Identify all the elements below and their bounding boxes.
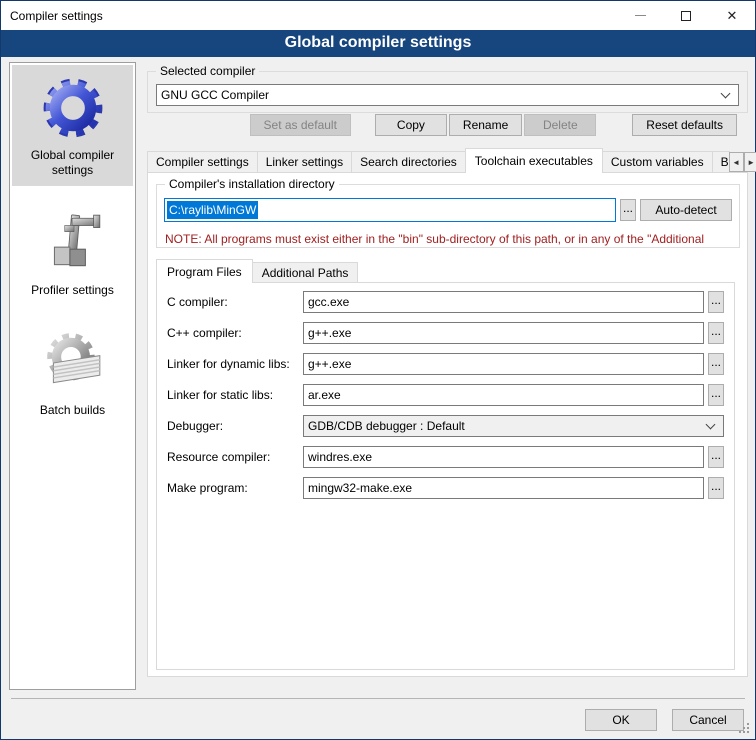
minimize-icon (635, 15, 646, 16)
c-compiler-row: C compiler: ... (167, 291, 724, 313)
ok-button[interactable]: OK (585, 709, 657, 731)
debugger-row: Debugger: GDB/CDB debugger : Default (167, 415, 724, 437)
program-files-tab-strip: Program Files Additional Paths (156, 259, 357, 283)
c-compiler-input[interactable] (303, 291, 704, 313)
sidebar-item-label: Batch builds (14, 403, 131, 418)
sidebar-item-global-compiler-settings[interactable]: Global compiler settings (12, 65, 133, 186)
dialog-buttons: OK Cancel (585, 709, 744, 731)
linker-static-browse-button[interactable]: ... (708, 384, 724, 406)
compiler-select[interactable]: GNU GCC Compiler (156, 84, 739, 106)
maximize-icon (681, 11, 691, 21)
resource-compiler-label: Resource compiler: (167, 450, 303, 464)
sidebar-item-profiler-settings[interactable]: Profiler settings (12, 200, 133, 306)
c-compiler-browse-button[interactable]: ... (708, 291, 724, 313)
tab-program-files[interactable]: Program Files (156, 259, 253, 283)
installation-directory-legend: Compiler's installation directory (165, 177, 339, 191)
resource-compiler-row: Resource compiler: ... (167, 446, 724, 468)
installation-directory-group: Compiler's installation directory C:\ray… (156, 184, 740, 248)
linker-dynamic-label: Linker for dynamic libs: (167, 357, 303, 371)
footer-divider (11, 698, 745, 699)
make-program-label: Make program: (167, 481, 303, 495)
window-title: Compiler settings (1, 9, 103, 23)
window-controls: ✕ (617, 1, 755, 30)
close-icon: ✕ (727, 8, 738, 24)
linker-dynamic-input[interactable] (303, 353, 704, 375)
bin-subdirectory-note: NOTE: All programs must exist either in … (165, 232, 738, 246)
make-program-browse-button[interactable]: ... (708, 477, 724, 499)
tab-linker-settings[interactable]: Linker settings (257, 151, 352, 173)
auto-detect-button[interactable]: Auto-detect (640, 199, 732, 221)
tab-custom-variables[interactable]: Custom variables (602, 151, 713, 173)
program-files-page: C compiler: ... C++ compiler: ... Linker… (156, 282, 735, 670)
copy-button[interactable]: Copy (375, 114, 447, 136)
make-program-input[interactable] (303, 477, 704, 499)
linker-static-input[interactable] (303, 384, 704, 406)
title-bar[interactable]: Compiler settings ✕ (1, 1, 755, 30)
page-title: Global compiler settings (1, 30, 755, 57)
settings-tab-strip: Compiler settings Linker settings Search… (147, 148, 749, 173)
tab-scroll-right-icon[interactable]: ► (744, 152, 756, 172)
linker-dynamic-browse-button[interactable]: ... (708, 353, 724, 375)
installation-directory-value: C:\raylib\MinGW (167, 201, 258, 219)
sidebar-item-batch-builds[interactable]: Batch builds (12, 320, 133, 426)
browse-directory-button[interactable]: ... (620, 199, 636, 221)
close-button[interactable]: ✕ (709, 1, 755, 30)
tab-scrollers: ◄ ► (729, 152, 756, 172)
tab-additional-paths[interactable]: Additional Paths (252, 262, 359, 283)
delete-button[interactable]: Delete (524, 114, 596, 136)
compiler-select-value: GNU GCC Compiler (157, 88, 722, 102)
blue-gear-icon (40, 75, 106, 141)
cancel-button[interactable]: Cancel (672, 709, 744, 731)
rename-button[interactable]: Rename (449, 114, 522, 136)
selected-compiler-legend: Selected compiler (156, 64, 259, 78)
sidebar-item-label: Profiler settings (14, 283, 131, 298)
maximize-button[interactable] (663, 1, 709, 30)
tab-search-directories[interactable]: Search directories (351, 151, 466, 173)
make-program-row: Make program: ... (167, 477, 724, 499)
tab-toolchain-executables[interactable]: Toolchain executables (465, 148, 603, 173)
debugger-select-value: GDB/CDB debugger : Default (304, 419, 707, 433)
resource-compiler-browse-button[interactable]: ... (708, 446, 724, 468)
tab-scroll-left-icon[interactable]: ◄ (729, 152, 744, 172)
tab-compiler-settings[interactable]: Compiler settings (147, 151, 258, 173)
installation-directory-input[interactable]: C:\raylib\MinGW (164, 198, 616, 222)
chevron-down-icon (706, 420, 716, 430)
tab-build-options[interactable]: Build options (712, 151, 730, 173)
caliper-icon (40, 210, 106, 276)
set-as-default-button[interactable]: Set as default (250, 114, 351, 136)
linker-static-label: Linker for static libs: (167, 388, 303, 402)
minimize-button[interactable] (617, 1, 663, 30)
resize-grip[interactable] (739, 723, 741, 725)
cpp-compiler-browse-button[interactable]: ... (708, 322, 724, 344)
compiler-settings-dialog: Compiler settings ✕ Global compiler sett… (0, 0, 756, 740)
cpp-compiler-input[interactable] (303, 322, 704, 344)
reset-defaults-button[interactable]: Reset defaults (632, 114, 737, 136)
linker-static-row: Linker for static libs: ... (167, 384, 724, 406)
debugger-select[interactable]: GDB/CDB debugger : Default (303, 415, 724, 437)
gray-gear-papers-icon (40, 330, 106, 396)
toolchain-executables-page: Compiler's installation directory C:\ray… (147, 172, 748, 677)
selected-compiler-group: Selected compiler GNU GCC Compiler (147, 71, 748, 113)
chevron-down-icon (721, 89, 731, 99)
linker-dynamic-row: Linker for dynamic libs: ... (167, 353, 724, 375)
settings-category-list: Global compiler settings Profiler settin… (9, 62, 136, 690)
sidebar-item-label: Global compiler settings (14, 148, 131, 178)
cpp-compiler-row: C++ compiler: ... (167, 322, 724, 344)
cpp-compiler-label: C++ compiler: (167, 326, 303, 340)
resource-compiler-input[interactable] (303, 446, 704, 468)
c-compiler-label: C compiler: (167, 295, 303, 309)
debugger-label: Debugger: (167, 419, 303, 433)
compiler-actions: Set as default Copy Rename Delete Reset … (147, 114, 748, 136)
